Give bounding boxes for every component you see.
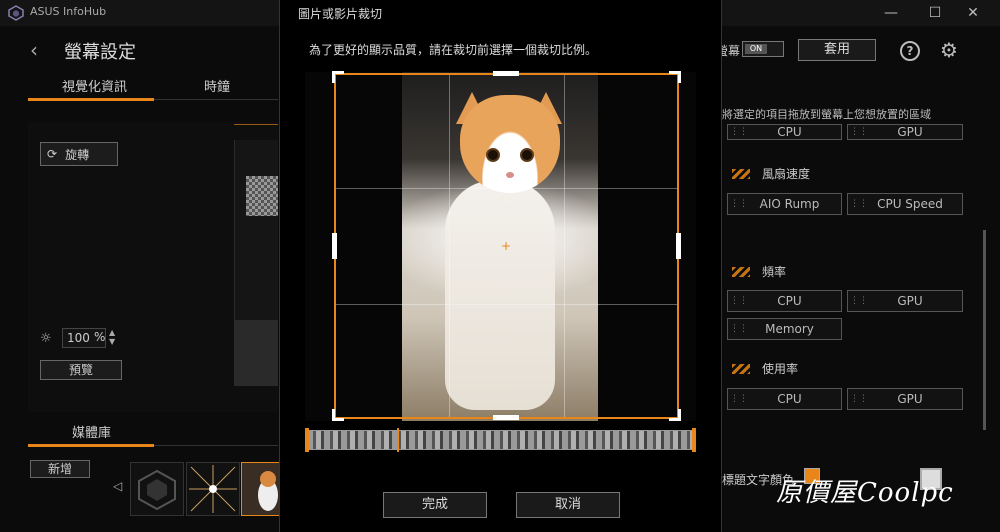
drag-handle-icon: ⋮⋮ — [850, 394, 868, 404]
preview-lower-area — [234, 320, 278, 386]
media-thumbnail[interactable] — [130, 462, 184, 516]
cancel-button[interactable]: 取消 — [516, 492, 620, 518]
tab-visual-info[interactable]: 視覺化資訊 — [62, 76, 127, 95]
widget-item-gpu[interactable]: ⋮⋮ GPU — [847, 124, 963, 140]
back-arrow-icon[interactable]: ‹ — [30, 38, 38, 62]
active-tab-indicator — [28, 98, 154, 101]
preview-accent-line — [234, 124, 278, 125]
timeline-playhead[interactable] — [397, 428, 399, 452]
dialog-title: 圖片或影片裁切 — [298, 7, 383, 21]
media-library-tab[interactable]: 媒體庫 — [72, 422, 111, 441]
crop-center-crosshair-icon: + — [501, 239, 512, 253]
brightness-icon: ☼ — [40, 331, 52, 346]
help-icon[interactable]: ? — [900, 41, 920, 61]
crop-corner-handle[interactable] — [332, 409, 344, 421]
toggle-state: ON — [745, 44, 767, 54]
drag-hint: 將選定的項目拖放到螢幕上您想放置的區域 — [722, 108, 931, 121]
widget-item-memory[interactable]: ⋮⋮ Memory — [727, 318, 842, 340]
widget-item-gpu[interactable]: ⋮⋮ GPU — [847, 388, 963, 410]
media-prev-arrow-icon[interactable]: ◁ — [113, 479, 122, 493]
category-usage: 使用率 — [732, 360, 798, 377]
crop-corner-handle[interactable] — [332, 71, 344, 83]
timeline-end-handle[interactable] — [692, 428, 696, 452]
widget-item-cpu[interactable]: ⋮⋮ CPU — [727, 290, 842, 312]
media-tab-indicator — [28, 444, 154, 447]
crop-edge-handle[interactable] — [493, 71, 519, 76]
scrollbar[interactable] — [983, 230, 986, 430]
asus-logo-icon — [8, 5, 24, 21]
done-button[interactable]: 完成 — [383, 492, 487, 518]
drag-handle-icon: ⋮⋮ — [730, 296, 748, 306]
watermark-logo: 原價屋Coolpc — [776, 478, 954, 508]
drag-handle-icon: ⋮⋮ — [850, 127, 868, 137]
tab-clock[interactable]: 時鐘 — [204, 76, 230, 95]
add-media-button[interactable]: 新增 — [30, 460, 90, 478]
widget-item-cpu-speed[interactable]: ⋮⋮ CPU Speed — [847, 193, 963, 215]
category-stripes-icon — [732, 363, 750, 374]
apply-button[interactable]: 套用 — [798, 39, 876, 61]
timeline-start-handle[interactable] — [305, 428, 309, 452]
media-tab-divider — [154, 445, 278, 446]
drag-handle-icon: ⋮⋮ — [730, 324, 748, 334]
media-thumbnail[interactable] — [186, 462, 240, 516]
rotate-icon: ⟳ — [47, 147, 58, 161]
drag-handle-icon: ⋮⋮ — [730, 199, 748, 209]
widget-item-gpu[interactable]: ⋮⋮ GPU — [847, 290, 963, 312]
category-frequency: 頻率 — [732, 263, 786, 280]
widget-item-aio-pump[interactable]: ⋮⋮ AIO Rump — [727, 193, 842, 215]
drag-handle-icon: ⋮⋮ — [850, 296, 868, 306]
preview-button[interactable]: 預覽 — [40, 360, 122, 380]
category-fan-speed: 風扇速度 — [732, 165, 810, 182]
drag-handle-icon: ⋮⋮ — [730, 127, 748, 137]
category-stripes-icon — [732, 266, 750, 277]
crop-corner-handle[interactable] — [669, 409, 681, 421]
close-button[interactable]: ✕ — [962, 3, 984, 23]
brightness-stepper-icon[interactable]: ▲ ▼ — [109, 328, 115, 346]
category-stripes-icon — [732, 168, 750, 179]
tab-divider — [154, 99, 278, 100]
crop-edge-handle[interactable] — [676, 233, 681, 259]
dialog-instruction: 為了更好的顯示品質，請在裁切前選擇一個裁切比例。 — [309, 43, 598, 57]
rotate-label: 旋轉 — [65, 147, 90, 162]
page-title: 螢幕設定 — [64, 42, 136, 63]
video-timeline[interactable] — [306, 430, 695, 450]
rotate-button[interactable]: ⟳ 旋轉 — [40, 142, 118, 166]
drag-handle-icon: ⋮⋮ — [850, 199, 868, 209]
app-title: ASUS InfoHub — [30, 5, 107, 18]
crop-edge-handle[interactable] — [493, 415, 519, 420]
drag-handle-icon: ⋮⋮ — [730, 394, 748, 404]
widget-item-cpu[interactable]: ⋮⋮ CPU — [727, 124, 842, 140]
widget-item-cpu[interactable]: ⋮⋮ CPU — [727, 388, 842, 410]
gear-icon[interactable]: ⚙ — [940, 38, 958, 62]
minimize-button[interactable]: — — [880, 3, 902, 23]
crop-edge-handle[interactable] — [332, 233, 337, 259]
transparency-checker — [246, 176, 278, 216]
brightness-unit: % — [94, 330, 106, 344]
maximize-button[interactable]: ☐ — [924, 3, 946, 23]
crop-corner-handle[interactable] — [669, 71, 681, 83]
